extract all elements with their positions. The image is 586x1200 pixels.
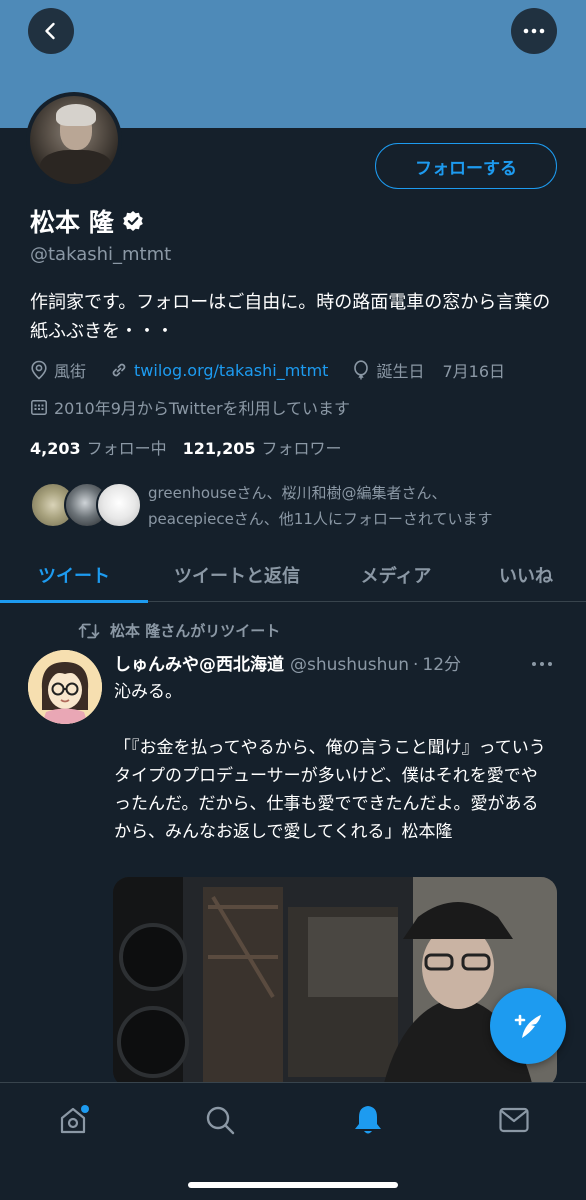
location-text: 風街 [54, 362, 87, 381]
back-arrow-icon [45, 22, 55, 40]
location-icon [31, 360, 47, 380]
birthday-item: 誕生日 7月16日 [352, 358, 505, 382]
verified-badge-icon [122, 211, 143, 231]
home-indicator [188, 1182, 398, 1188]
known-followers-line: peacepieceさん、他11人にフォローされています [148, 510, 493, 528]
nav-search[interactable] [203, 1103, 237, 1137]
known-followers[interactable]: greenhouseさん、桜川和樹@編集者さん、 peacepieceさん、他1… [30, 480, 570, 530]
known-follower-avatar [96, 482, 142, 528]
more-icon [532, 662, 552, 666]
nav-notifications[interactable] [351, 1103, 385, 1137]
profile-meta: 風街 twilog.org/takashi_mtmt 誕生日 7月16日 [30, 358, 529, 382]
followers-count[interactable]: 121,205 [183, 439, 256, 458]
profile-handle: @takashi_mtmt [30, 244, 172, 265]
tweet-more-button[interactable] [531, 652, 553, 671]
back-button[interactable] [28, 8, 74, 54]
location-item: 風街 [30, 358, 86, 382]
website-item[interactable]: twilog.org/takashi_mtmt [110, 361, 328, 380]
known-followers-text: greenhouseさん、桜川和樹@編集者さん、 peacepieceさん、他1… [148, 480, 492, 532]
tweet-time[interactable]: 12分 [422, 650, 461, 675]
tweet-author-handle[interactable]: @shushushun [290, 655, 409, 675]
joined-text: 2010年9月からTwitterを利用しています [54, 399, 351, 418]
profile-tabs: ツイート ツイートと返信 メディア いいね [0, 548, 586, 603]
followers-label[interactable]: フォロワー [262, 435, 342, 459]
following-count[interactable]: 4,203 [30, 439, 81, 458]
retweet-icon [78, 623, 100, 638]
retweet-context: 松本 隆さんがリツイート [78, 620, 280, 641]
profile-bio: 作詞家です。フォローはご自由に。時の路面電車の窓から言葉の紙ふぶきを・・・ [30, 292, 551, 342]
follow-button[interactable]: フォローする [375, 143, 557, 189]
tab-tweets[interactable]: ツイート [0, 548, 148, 603]
tab-media[interactable]: メディア [326, 548, 466, 602]
compose-tweet-icon [514, 1014, 541, 1038]
tweet-author-avatar[interactable] [28, 650, 102, 724]
photo-illustration [113, 877, 557, 1087]
more-options-button[interactable] [511, 8, 557, 54]
birthday-label: 誕生日 [376, 362, 425, 381]
notifications-bell-icon [355, 1106, 381, 1134]
search-icon [206, 1106, 235, 1135]
link-icon [112, 363, 126, 377]
balloon-icon [354, 360, 369, 380]
following-label[interactable]: フォロー中 [87, 435, 167, 459]
compose-tweet-button[interactable] [490, 988, 566, 1064]
tweet-header: しゅんみや@西北海道 @shushushun · 12分 [114, 650, 461, 675]
tweet-text: 沁みる。 「『お金を払ってやるから、俺の言うこと聞け』っていうタイプのプロデュー… [114, 682, 546, 842]
profile-name-row: 松本 隆 [30, 203, 144, 239]
retweeted-by[interactable]: 松本 隆さんがリツイート [110, 620, 280, 641]
nav-messages[interactable] [497, 1103, 531, 1137]
more-icon [523, 28, 545, 34]
tweet-separator: · [413, 655, 419, 675]
nav-home[interactable] [56, 1103, 90, 1137]
birthday-date: 7月16日 [442, 362, 505, 381]
tab-likes[interactable]: いいね [466, 548, 586, 602]
messages-mail-icon [499, 1107, 529, 1133]
tweet-media-image[interactable] [113, 877, 557, 1087]
profile-name: 松本 隆 [30, 208, 114, 237]
known-followers-line: greenhouseさん、桜川和樹@編集者さん、 [148, 484, 447, 502]
tab-tweets-and-replies[interactable]: ツイートと返信 [148, 548, 326, 602]
joined-date: 2010年9月からTwitterを利用しています [30, 395, 350, 419]
tweet-author-name[interactable]: しゅんみや@西北海道 [114, 650, 284, 675]
calendar-icon [31, 400, 47, 415]
website-link[interactable]: twilog.org/takashi_mtmt [134, 361, 328, 380]
home-icon [60, 1105, 89, 1134]
profile-avatar[interactable] [26, 92, 122, 188]
follow-stats: 4,203 フォロー中 121,205 フォロワー [30, 435, 358, 459]
